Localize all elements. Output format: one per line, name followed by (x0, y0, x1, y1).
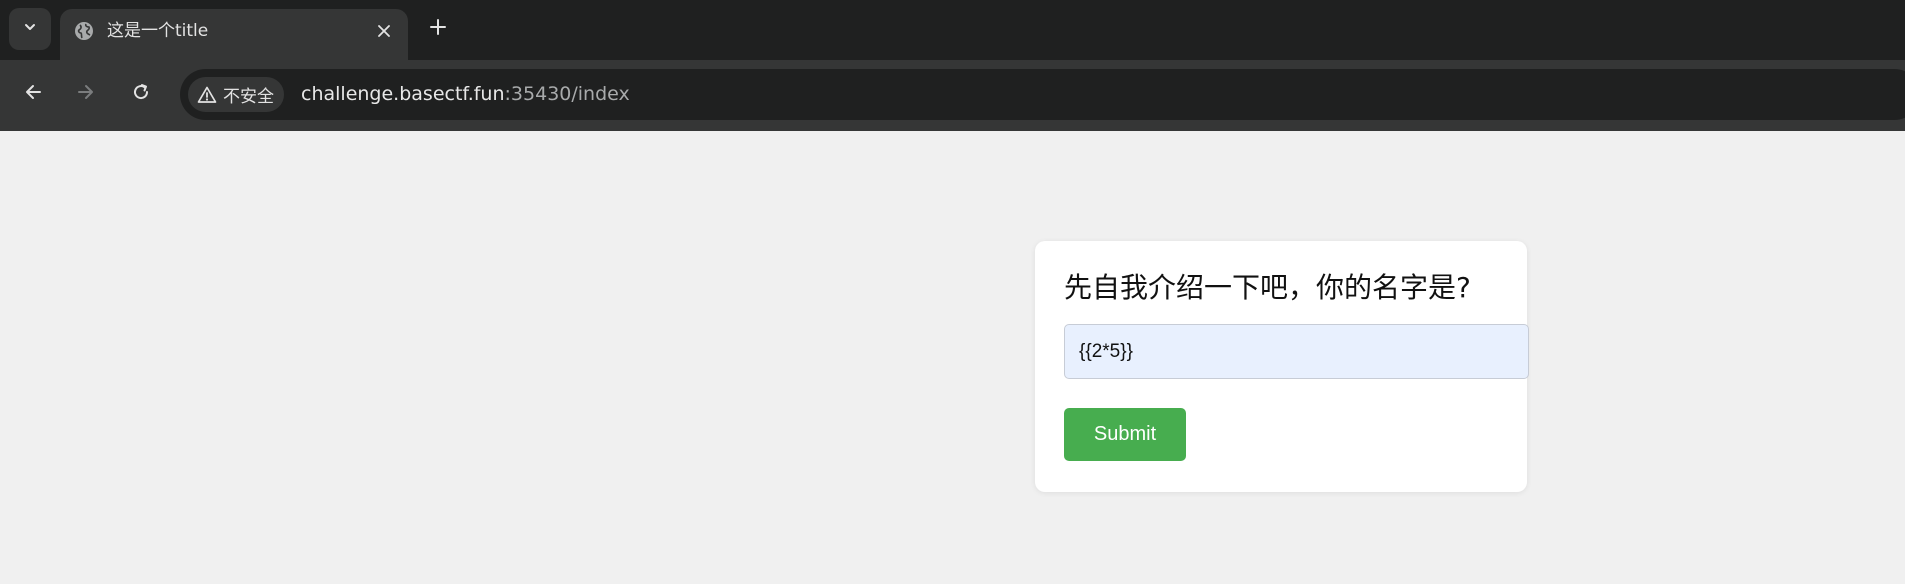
close-icon[interactable] (372, 19, 396, 43)
url-text[interactable]: challenge.basectf.fun:35430/index (301, 82, 630, 106)
arrow-right-icon (76, 82, 96, 106)
url-host: challenge.basectf.fun (301, 83, 505, 105)
tab-search-button[interactable] (9, 8, 51, 50)
security-label: 不安全 (223, 87, 274, 107)
plus-icon (429, 18, 447, 40)
reload-icon (131, 82, 151, 106)
address-bar[interactable]: 不安全 challenge.basectf.fun:35430/index (180, 69, 1905, 120)
tab-title: 这是一个title (107, 21, 209, 41)
browser-tab[interactable]: 这是一个title (60, 9, 408, 60)
tab-strip: 这是一个title (0, 0, 1905, 60)
warning-triangle-icon (196, 84, 218, 106)
reload-button[interactable] (123, 76, 159, 112)
forward-button[interactable] (68, 76, 104, 112)
url-path: :35430/index (504, 83, 630, 105)
arrow-left-icon (23, 82, 43, 106)
page-content: 先自我介绍一下吧，你的名字是? Submit (0, 131, 1905, 584)
security-indicator[interactable]: 不安全 (188, 77, 284, 112)
back-button[interactable] (15, 76, 51, 112)
form-heading: 先自我介绍一下吧，你的名字是? (1064, 271, 1471, 304)
name-form-card: 先自我介绍一下吧，你的名字是? Submit (1035, 241, 1529, 492)
submit-button[interactable]: Submit (1064, 408, 1186, 461)
globe-icon (73, 20, 95, 42)
name-input[interactable] (1064, 324, 1529, 379)
chevron-down-icon (22, 19, 38, 39)
browser-toolbar: 不安全 challenge.basectf.fun:35430/index (0, 60, 1905, 131)
new-tab-button[interactable] (422, 13, 454, 45)
